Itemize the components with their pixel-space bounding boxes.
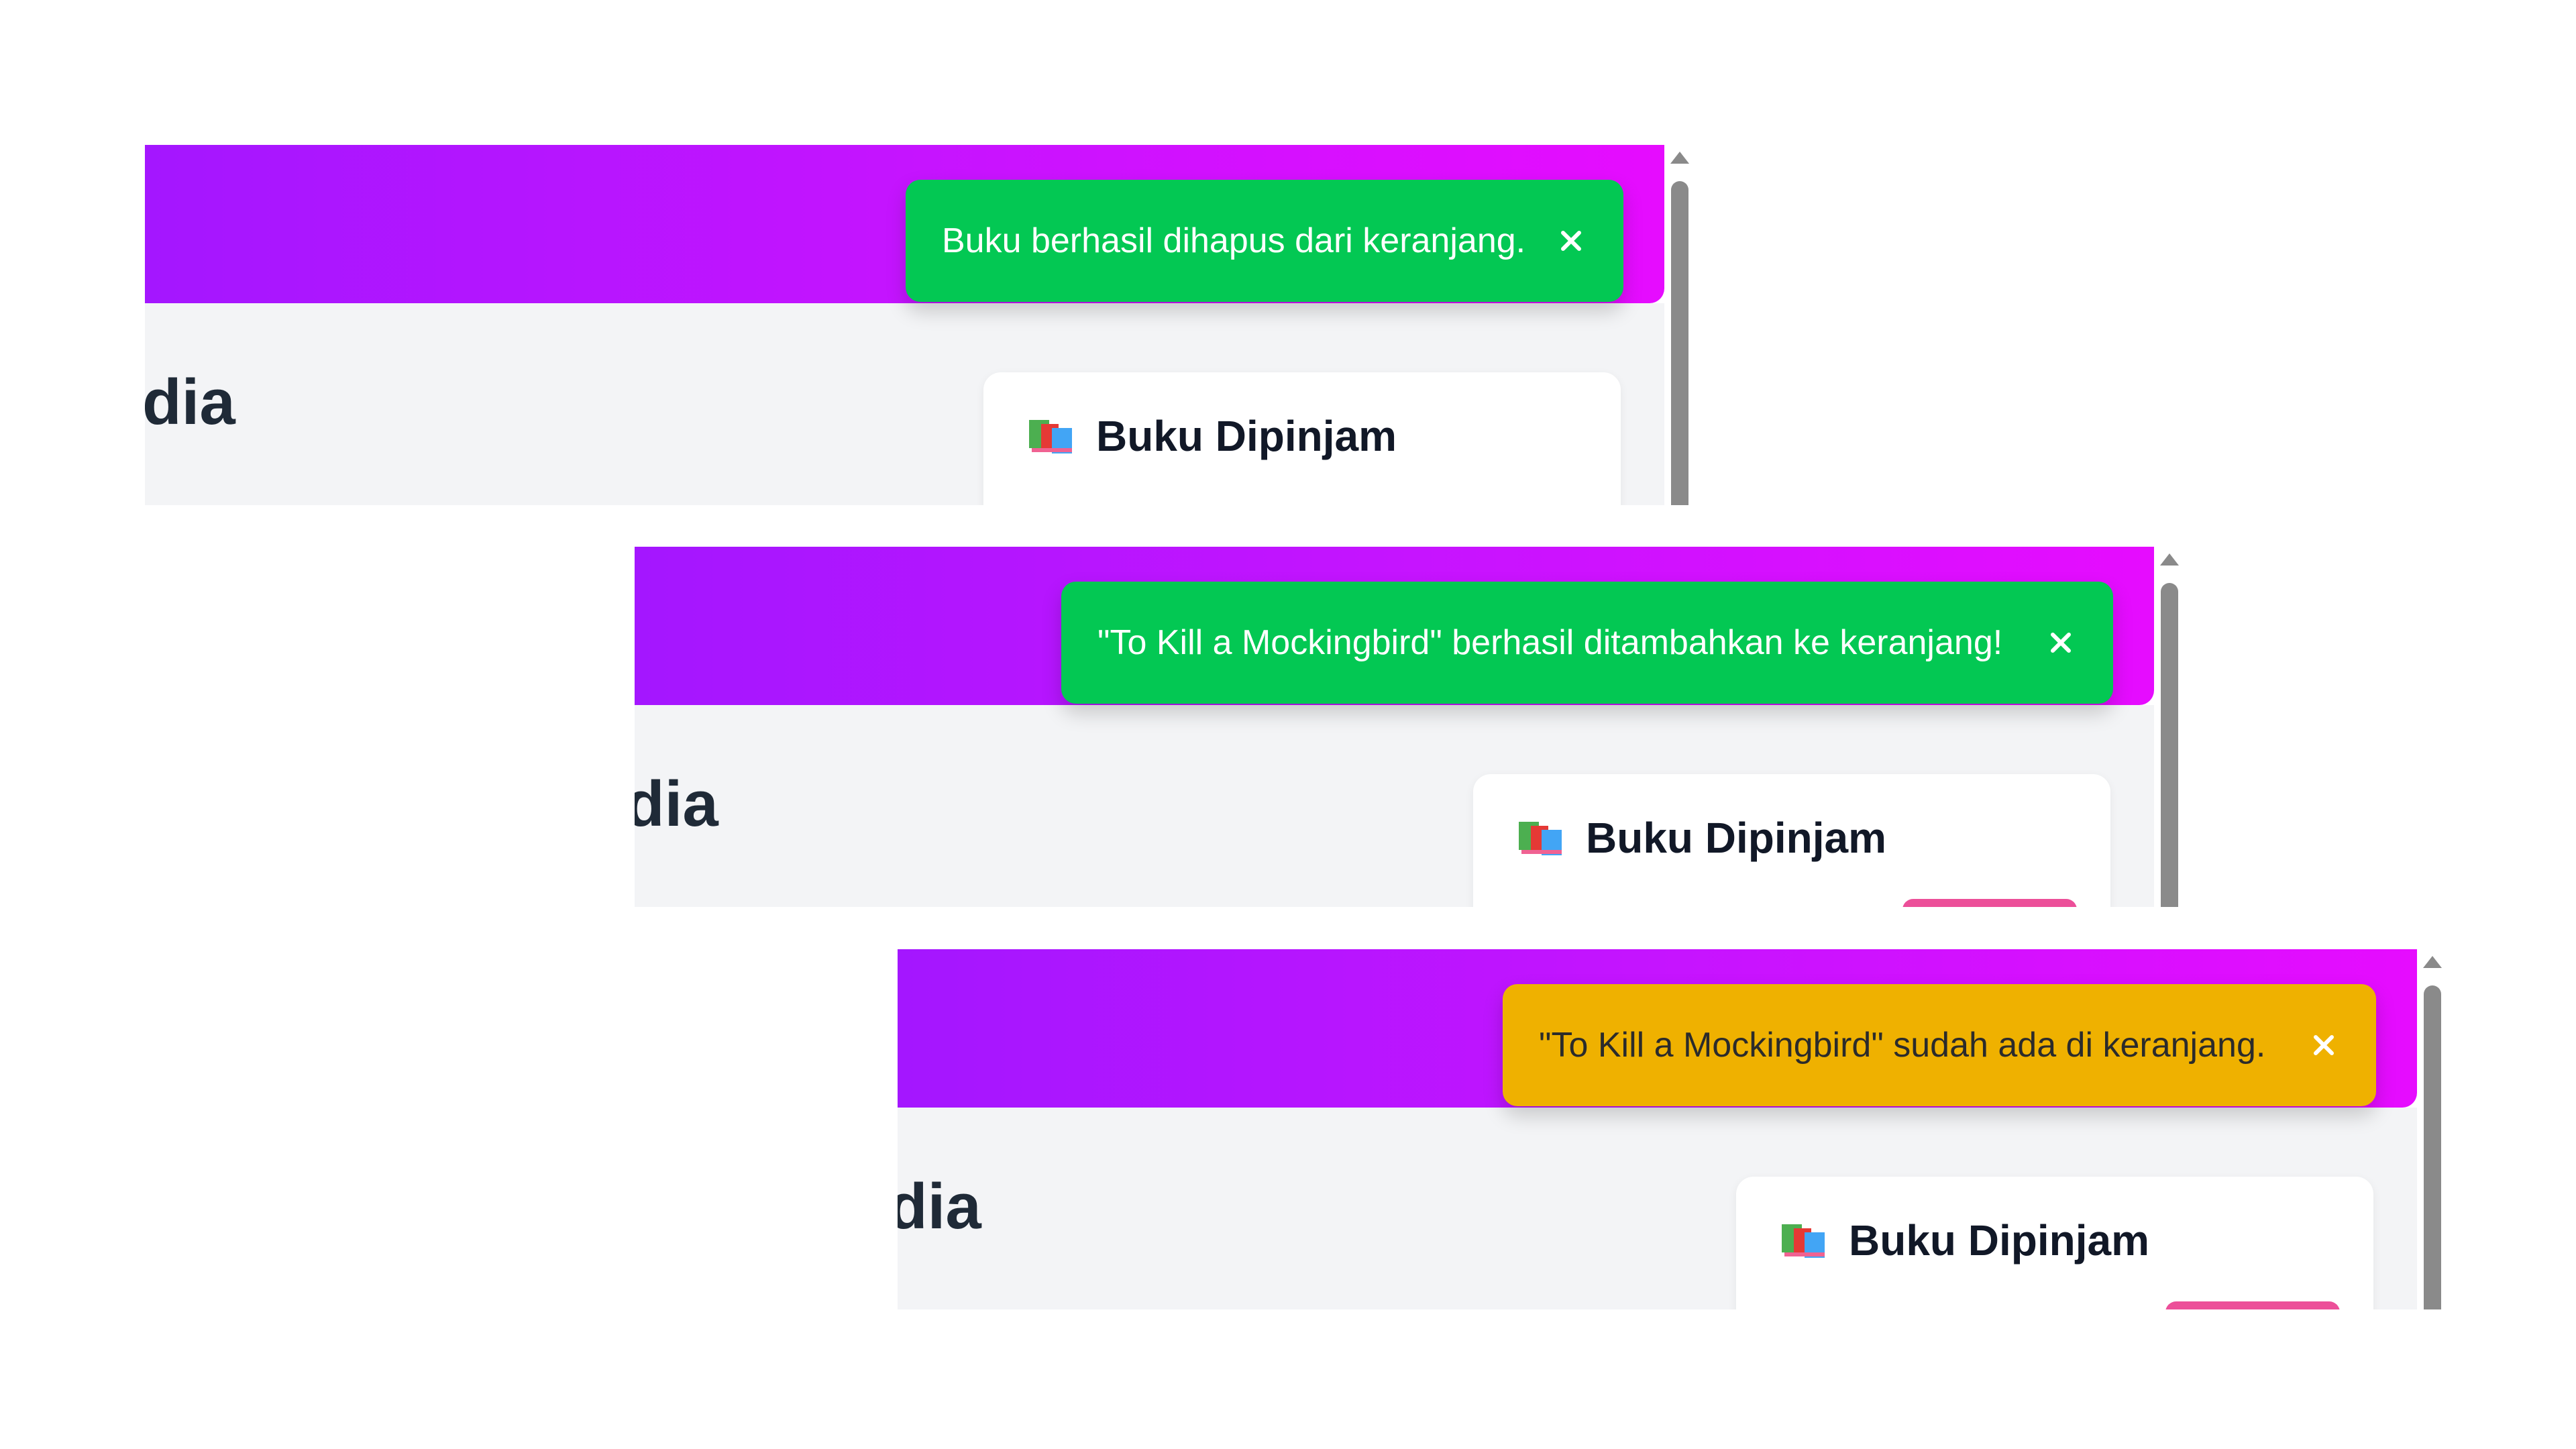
toast-close-button[interactable] [1551, 221, 1591, 261]
scroll-thumb[interactable] [1671, 181, 1688, 505]
vertical-scrollbar[interactable] [1670, 152, 1689, 505]
page-title: dia [145, 366, 235, 438]
toast-success: "To Kill a Mockingbird" berhasil ditamba… [1061, 582, 2113, 704]
card-title-text: Buku Dipinjam [1586, 814, 1887, 862]
books-icon [1782, 1224, 1825, 1258]
card-title-text: Buku Dipinjam [1096, 412, 1397, 460]
vertical-scrollbar[interactable] [2423, 956, 2442, 1309]
close-icon [1561, 231, 1581, 251]
close-icon [2051, 633, 2071, 653]
toast-warning: "To Kill a Mockingbird" sudah ada di ker… [1503, 984, 2376, 1106]
toast-message: "To Kill a Mockingbird" berhasil ditamba… [1097, 623, 2003, 662]
scroll-thumb[interactable] [2161, 583, 2178, 907]
scroll-up-icon[interactable] [1670, 152, 1689, 164]
page-title: dia [635, 768, 718, 840]
books-icon [1029, 420, 1072, 453]
vertical-scrollbar[interactable] [2160, 553, 2179, 907]
screenshot-panel-3: dia Buku Dipinjam "To Kill a Mockingbird… [898, 949, 2443, 1309]
screenshot-panel-2: dia Buku Dipinjam "To Kill a Mockingbird… [635, 547, 2180, 907]
page-title: dia [898, 1171, 981, 1242]
scroll-up-icon[interactable] [2423, 956, 2442, 968]
borrowed-books-card: Buku Dipinjam [1736, 1177, 2373, 1309]
toast-close-button[interactable] [2041, 623, 2081, 663]
card-action-button[interactable] [2165, 1301, 2340, 1309]
card-title: Buku Dipinjam [1779, 1216, 2149, 1265]
toast-message: "To Kill a Mockingbird" sudah ada di ker… [1539, 1026, 2266, 1065]
close-icon [2314, 1035, 2334, 1055]
borrowed-books-card: Buku Dipinjam [1473, 774, 2110, 907]
borrowed-books-card: Buku Dipinjam [983, 372, 1621, 505]
toast-message: Buku berhasil dihapus dari keranjang. [942, 221, 1526, 260]
card-action-button[interactable] [1902, 899, 2077, 907]
toast-success: Buku berhasil dihapus dari keranjang. [906, 180, 1623, 302]
card-title: Buku Dipinjam [1026, 411, 1397, 461]
card-title: Buku Dipinjam [1516, 813, 1886, 863]
screenshot-panel-1: dia Buku Dipinjam Buku berhasil dihapus … [145, 145, 1690, 505]
books-icon [1519, 822, 1562, 855]
scroll-thumb[interactable] [2424, 985, 2441, 1309]
card-title-text: Buku Dipinjam [1849, 1216, 2150, 1265]
scroll-up-icon[interactable] [2160, 553, 2179, 566]
toast-close-button[interactable] [2304, 1025, 2344, 1065]
